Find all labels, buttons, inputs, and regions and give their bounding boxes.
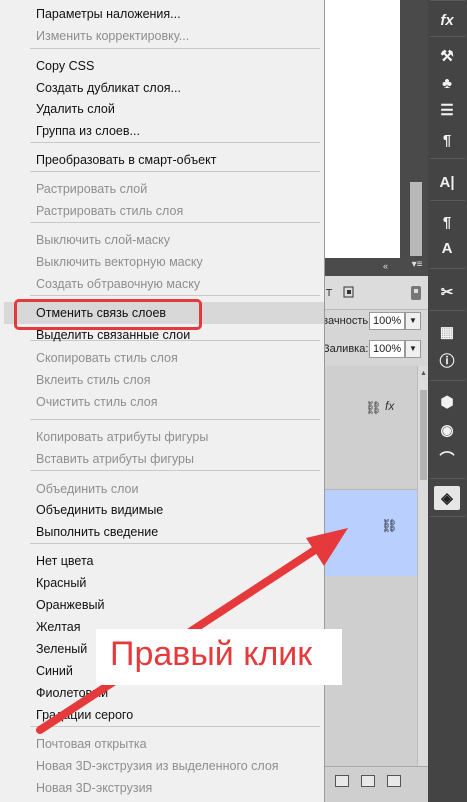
callout-box: Правый клик [96, 629, 342, 685]
callout-text: Правый клик [110, 635, 313, 673]
